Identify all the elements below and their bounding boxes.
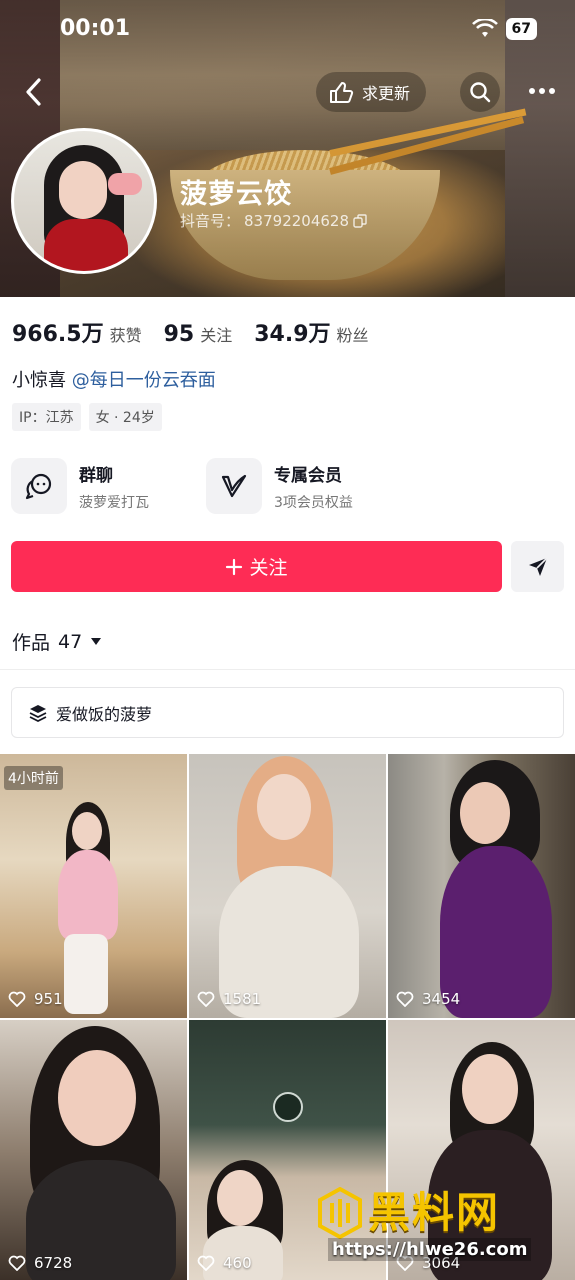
caret-down-icon bbox=[91, 637, 102, 645]
profile-bio: 小惊喜 @每日一份云吞面 bbox=[12, 366, 216, 392]
chevron-left-icon bbox=[26, 78, 41, 106]
battery-icon: 67 bbox=[505, 18, 537, 40]
group-chat-icon-box bbox=[11, 458, 67, 514]
collection-label: 爱做饭的菠萝 bbox=[56, 704, 153, 724]
thumb-figure-head bbox=[462, 1054, 518, 1124]
send-icon bbox=[528, 556, 548, 576]
avatar-cake bbox=[108, 173, 142, 195]
video-likes-count: 1581 bbox=[223, 990, 262, 1008]
watermark-logo-icon bbox=[318, 1187, 362, 1239]
thumb-figure-head bbox=[217, 1170, 263, 1226]
request-update-label: 求更新 bbox=[362, 84, 411, 103]
group-chat-subtitle: 菠萝爱打瓦 bbox=[79, 494, 149, 511]
plus-icon bbox=[226, 558, 243, 575]
divider bbox=[0, 669, 575, 670]
video-likes: 1581 bbox=[197, 990, 261, 1008]
douyin-id-value: 83792204628 bbox=[244, 211, 349, 230]
likes-count[interactable]: 966.5万 bbox=[12, 316, 104, 348]
douyin-id-label: 抖音号： bbox=[180, 212, 241, 230]
video-likes: 951 bbox=[8, 990, 63, 1008]
profile-tags: IP：江苏 女 · 24岁 bbox=[12, 403, 162, 431]
thumb-game-emblem bbox=[273, 1092, 303, 1122]
video-likes: 3454 bbox=[396, 990, 460, 1008]
watermark-text: 黑料网 bbox=[368, 1188, 501, 1237]
v-member-icon bbox=[221, 474, 247, 498]
heart-outline-icon bbox=[8, 1255, 26, 1271]
more-options-button[interactable] bbox=[522, 78, 562, 106]
thumb-figure-body bbox=[58, 850, 118, 940]
back-button[interactable] bbox=[20, 76, 48, 108]
video-likes: 460 bbox=[197, 1254, 252, 1272]
video-likes: 6728 bbox=[8, 1254, 72, 1272]
status-icons: 67 bbox=[471, 18, 537, 40]
thumb-figure-head bbox=[58, 1050, 136, 1146]
membership-subtitle: 3项会员权益 bbox=[274, 494, 353, 511]
status-time: 00:01 bbox=[60, 16, 131, 41]
likes-label: 获赞 bbox=[109, 326, 142, 345]
profile-stats: 966.5万 获赞 95 关注 34.9万 粉丝 bbox=[12, 316, 391, 348]
avatar-body bbox=[44, 219, 128, 271]
search-icon bbox=[470, 82, 491, 103]
followers-label: 粉丝 bbox=[336, 326, 369, 345]
bio-text: 小惊喜 bbox=[12, 370, 66, 391]
stack-layers-icon bbox=[29, 704, 47, 722]
thumb-figure-legs bbox=[64, 934, 108, 1014]
follow-label: 关注 bbox=[249, 557, 288, 579]
heart-outline-icon bbox=[197, 991, 215, 1007]
followers-count[interactable]: 34.9万 bbox=[254, 316, 330, 348]
video-thumbnail[interactable]: 4小时前 951 bbox=[0, 754, 187, 1018]
collection-entry[interactable]: 爱做饭的菠萝 bbox=[11, 687, 564, 738]
video-likes-count: 6728 bbox=[34, 1254, 73, 1272]
following-label: 关注 bbox=[200, 326, 233, 345]
video-likes-count: 460 bbox=[223, 1254, 252, 1272]
following-count[interactable]: 95 bbox=[164, 322, 195, 347]
video-likes-count: 3454 bbox=[422, 990, 461, 1008]
send-message-button[interactable] bbox=[511, 541, 564, 592]
video-thumbnail[interactable]: 1581 bbox=[189, 754, 386, 1018]
tab-works[interactable]: 作品 47 bbox=[12, 628, 102, 655]
chat-bubble-icon bbox=[25, 473, 52, 500]
membership-title: 专属会员 bbox=[274, 465, 342, 486]
group-chat-title: 群聊 bbox=[79, 465, 113, 486]
thumb-figure-head bbox=[460, 782, 510, 844]
heart-outline-icon bbox=[396, 991, 414, 1007]
video-likes-count: 951 bbox=[34, 990, 63, 1008]
video-thumbnail[interactable]: 3454 bbox=[388, 754, 575, 1018]
watermark-url: https://hlwe26.com bbox=[328, 1238, 532, 1261]
thumb-figure-head bbox=[257, 774, 311, 840]
profile-nickname: 菠萝云饺 bbox=[180, 179, 292, 210]
avatar[interactable] bbox=[11, 128, 157, 274]
video-time-badge: 4小时前 bbox=[4, 766, 63, 790]
works-count: 47 bbox=[58, 630, 83, 653]
membership-entry[interactable]: 专属会员 3项会员权益 bbox=[206, 457, 353, 515]
membership-icon-box bbox=[206, 458, 262, 514]
thumb-point-icon bbox=[330, 82, 354, 103]
works-label: 作品 bbox=[12, 632, 51, 654]
group-chat-entry[interactable]: 群聊 菠萝爱打瓦 bbox=[11, 457, 149, 515]
search-button[interactable] bbox=[460, 72, 500, 112]
follow-button[interactable]: 关注 bbox=[11, 541, 502, 592]
bio-mention-link[interactable]: @每日一份云吞面 bbox=[72, 370, 216, 391]
douyin-id[interactable]: 抖音号： 83792204628 bbox=[180, 210, 367, 231]
wifi-icon bbox=[471, 19, 498, 37]
thumb-figure-head bbox=[72, 812, 102, 850]
gender-age-tag: 女 · 24岁 bbox=[88, 403, 162, 431]
watermark: 黑料网 bbox=[318, 1187, 500, 1239]
copy-icon[interactable] bbox=[353, 213, 367, 228]
avatar-face bbox=[59, 161, 107, 219]
more-dots-icon bbox=[529, 88, 555, 94]
heart-outline-icon bbox=[8, 991, 26, 1007]
video-thumbnail[interactable]: 6728 bbox=[0, 1020, 187, 1280]
request-update-button[interactable]: 求更新 bbox=[316, 72, 427, 112]
heart-outline-icon bbox=[197, 1255, 215, 1271]
ip-tag: IP：江苏 bbox=[12, 403, 81, 431]
